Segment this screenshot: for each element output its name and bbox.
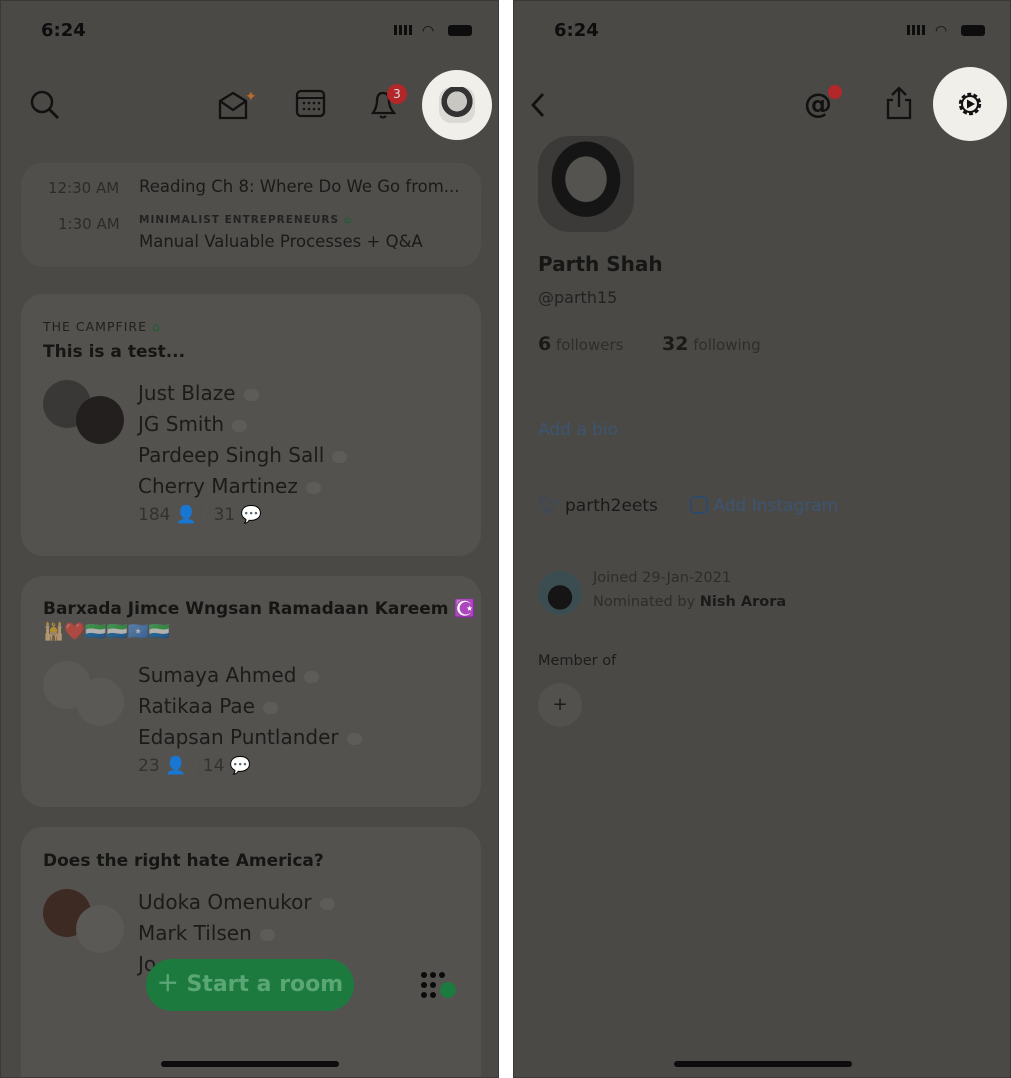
followers-link[interactable]: 6 followers	[538, 333, 623, 355]
notifications-button[interactable]: 3	[367, 84, 407, 123]
grid-dots-icon	[421, 972, 456, 998]
chat-bubble-icon	[332, 450, 348, 463]
speaker-name: Mark Tilsen	[138, 918, 335, 949]
room-card[interactable]: Does the right hate America? Udoka Omenu…	[21, 827, 481, 1077]
room-card[interactable]: THE CAMPFIRE ⌂ This is a test... Just Bl…	[21, 294, 481, 556]
nominated-by: Nominated by Nish Arora	[593, 594, 787, 610]
room-stats: 23 👤 / 14 💬	[138, 756, 251, 776]
mentions-button[interactable]: @	[804, 85, 844, 121]
chat-bubble-icon	[305, 481, 321, 494]
avatar	[76, 678, 124, 726]
chat-icon: 💬	[229, 756, 251, 776]
back-chevron-icon[interactable]	[528, 91, 548, 119]
avatar	[76, 905, 124, 953]
status-icons: ◠	[394, 23, 474, 39]
room-title: Does the right hate America?	[43, 851, 324, 871]
battery-icon	[448, 25, 472, 36]
settings-button[interactable]	[933, 67, 1007, 141]
wifi-icon: ◠	[422, 23, 435, 39]
speaker-name: Ratikaa Pae	[138, 691, 362, 722]
member-of-label: Member of	[538, 653, 617, 669]
add-bio-link[interactable]: Add a bio	[538, 420, 618, 440]
speaker-name: Cherry Martinez	[138, 471, 347, 502]
upcoming-events[interactable]: 12:30 AM Reading Ch 8: Where Do We Go fr…	[21, 163, 481, 267]
notification-badge: 3	[387, 84, 407, 104]
signal-icon	[394, 25, 412, 35]
room-stats: 184 👤 / 31 💬	[138, 505, 262, 525]
status-icons: ◠	[907, 23, 987, 39]
event-title: Manual Valuable Processes + Q&A	[139, 232, 423, 251]
room-title: This is a test...	[43, 342, 186, 362]
wifi-icon: ◠	[935, 23, 948, 39]
event-club: MINIMALIST ENTREPRENEURS	[139, 214, 340, 226]
add-club-button[interactable]: +	[538, 683, 582, 727]
nominator-link[interactable]: Nish Arora	[700, 594, 786, 610]
speaker-name: Just Blaze	[138, 378, 347, 409]
chat-bubble-icon	[259, 928, 275, 941]
add-instagram-link[interactable]: Add Instagram	[690, 496, 838, 516]
gear-icon	[958, 92, 982, 116]
instagram-icon	[690, 496, 708, 514]
status-time: 6:24	[554, 20, 599, 41]
room-club: THE CAMPFIRE	[43, 319, 147, 334]
plus-icon: ＋	[156, 972, 187, 997]
profile-username: @parth15	[538, 288, 618, 307]
speaker-name: JG Smith	[138, 409, 347, 440]
event-time: 1:30 AM	[58, 215, 120, 233]
twitter-link[interactable]: 🐦︎ parth2eets	[538, 496, 658, 516]
profile-name: Parth Shah	[538, 252, 663, 276]
chat-bubble-icon	[262, 701, 278, 714]
chat-bubble-icon	[304, 670, 320, 683]
room-title: Barxada Jimce Wngsan Ramadaan Kareem ☪️	[43, 599, 476, 619]
chat-bubble-icon	[319, 897, 335, 910]
home-indicator	[161, 1061, 339, 1067]
profile-button[interactable]	[422, 70, 492, 140]
avatar	[76, 396, 124, 444]
speaker-name: Pardeep Singh Sall	[138, 440, 348, 471]
calendar-icon[interactable]	[295, 89, 327, 119]
following-link[interactable]: 32 following	[662, 333, 761, 355]
home-indicator	[674, 1061, 852, 1067]
battery-icon	[961, 25, 985, 36]
speaker-name: Udoka Omenukor	[138, 887, 335, 918]
person-icon: 👤	[175, 505, 198, 525]
nominator-avatar[interactable]	[538, 571, 582, 615]
event-title: Reading Ch 8: Where Do We Go from...	[139, 177, 460, 196]
speaker-name: Edapsan Puntlander	[138, 722, 362, 753]
chat-bubble-icon	[232, 419, 248, 432]
chat-bubble-icon	[243, 388, 259, 401]
avatar	[439, 87, 475, 123]
room-card[interactable]: Barxada Jimce Wngsan Ramadaan Kareem ☪️ …	[21, 576, 481, 807]
unread-dot	[828, 85, 842, 99]
start-room-button[interactable]: ＋ Start a room	[146, 959, 354, 1011]
status-time: 6:24	[41, 20, 86, 41]
chat-bubble-icon	[346, 732, 362, 745]
search-icon[interactable]	[29, 89, 61, 121]
speaker-name: Sumaya Ahmed	[138, 660, 362, 691]
signal-icon	[907, 25, 925, 35]
chat-icon: 💬	[240, 505, 262, 525]
home-icon: ⌂	[343, 214, 353, 226]
person-icon: 👤	[165, 756, 187, 776]
twitter-icon: 🐦︎	[538, 496, 560, 516]
profile-screen: 6:24 ◠ @ Parth Shah @parth15 6 followers…	[513, 0, 1011, 1078]
event-time: 12:30 AM	[48, 179, 120, 197]
profile-photo[interactable]	[538, 136, 634, 232]
svg-text:✦: ✦	[245, 89, 257, 105]
room-title-emoji: 🕌❤️🇸🇱🇸🇱🇸🇴🇸🇱	[43, 622, 171, 642]
joined-date: Joined 29-Jan-2021	[593, 570, 732, 586]
home-icon: ⌂	[151, 319, 161, 334]
hallway-screen: 6:24 ◠ ✦ 3 12:30 AM Reading Ch 8: Where …	[0, 0, 499, 1078]
backchannel-button[interactable]	[420, 971, 460, 1001]
share-icon[interactable]	[884, 85, 914, 121]
invite-envelope-icon[interactable]: ✦	[217, 87, 257, 121]
